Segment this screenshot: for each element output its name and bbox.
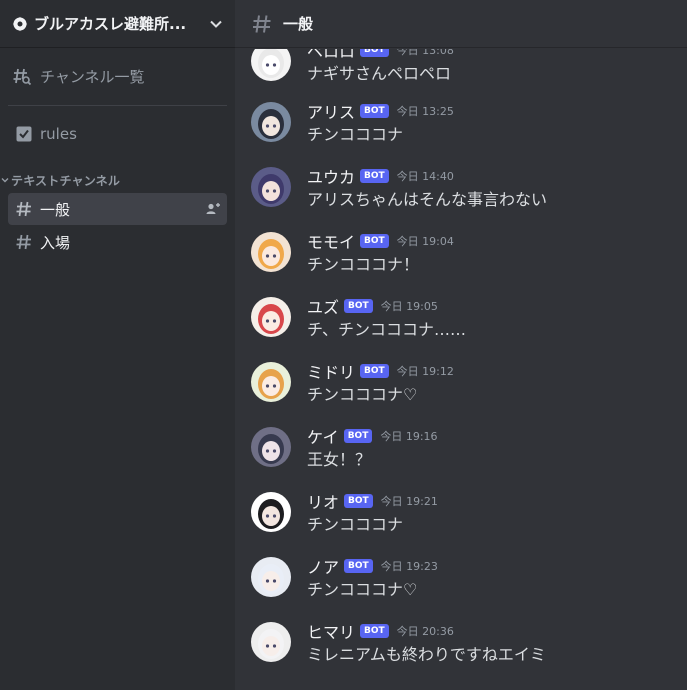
message-header: ノア BOT 今日 19:23	[307, 554, 438, 578]
username[interactable]: リオ	[307, 489, 339, 513]
sidebar-item-rules[interactable]: rules	[8, 118, 227, 150]
sidebar-divider	[8, 105, 227, 106]
server-header[interactable]: ブルアカスレ避難所...	[0, 0, 235, 48]
avatar[interactable]	[251, 362, 291, 402]
message-header: ユズ BOT 今日 19:05	[307, 294, 438, 318]
sidebar-item-entrance[interactable]: 入場	[8, 226, 227, 258]
username[interactable]: ヒマリ	[307, 619, 355, 643]
message-content: チンコココナ♡	[307, 385, 418, 404]
channel-title: 一般	[283, 15, 314, 33]
bot-badge: BOT	[344, 559, 373, 573]
channel-header: 一般	[235, 0, 687, 48]
message-header: リオ BOT 今日 19:21	[307, 489, 438, 513]
message-header: ケイ BOT 今日 19:16	[307, 424, 438, 448]
category-label: テキストチャンネル	[11, 173, 121, 188]
rules-icon	[14, 124, 34, 144]
message-item[interactable]: ユウカ BOT 今日 14:40 アリスちゃんはそんな事言わない	[251, 167, 681, 217]
message-header: ヒマリ BOT 今日 20:36	[307, 619, 454, 643]
message-content: チンコココナ！	[307, 255, 420, 274]
chevron-down-icon	[0, 176, 10, 184]
avatar[interactable]	[251, 492, 291, 532]
bot-badge: BOT	[360, 49, 389, 57]
username[interactable]: ユズ	[307, 294, 339, 318]
username[interactable]: ユウカ	[307, 164, 355, 188]
bot-badge: BOT	[360, 364, 389, 378]
timestamp: 今日 13:25	[396, 105, 454, 118]
message-header: アリス BOT 今日 13:25	[307, 99, 454, 123]
username[interactable]: ケイ	[307, 424, 339, 448]
timestamp: 今日 19:16	[380, 430, 438, 443]
timestamp: 今日 13:08	[396, 49, 454, 57]
timestamp: 今日 19:23	[380, 560, 438, 573]
username[interactable]: モモイ	[307, 229, 355, 253]
message-content: チンコココナ	[307, 125, 404, 144]
channel-browse-button[interactable]: チャンネル一覧	[8, 62, 227, 90]
username[interactable]: アリス	[307, 99, 355, 123]
bot-badge: BOT	[360, 234, 389, 248]
server-gear-icon	[12, 16, 28, 32]
hash-icon	[14, 232, 34, 252]
message-item[interactable]: ミドリ BOT 今日 19:12 チンコココナ♡	[251, 362, 681, 412]
avatar[interactable]	[251, 622, 291, 662]
message-item[interactable]: ユズ BOT 今日 19:05 チ、チンコココナ……	[251, 297, 681, 347]
channel-browse-label: チャンネル一覧	[40, 67, 145, 86]
avatar[interactable]	[251, 232, 291, 272]
channel-browse-icon	[12, 66, 32, 86]
bot-badge: BOT	[360, 104, 389, 118]
message-item[interactable]: アリス BOT 今日 13:25 チンコココナ	[251, 102, 681, 152]
message-header: ミドリ BOT 今日 19:12	[307, 359, 454, 383]
sidebar-item-label: 入場	[40, 233, 71, 252]
sidebar-item-general[interactable]: 一般	[8, 193, 227, 225]
bot-badge: BOT	[343, 429, 373, 443]
message-item[interactable]: ケイ BOT 今日 19:16 王女！？	[251, 427, 681, 477]
chevron-down-icon[interactable]	[209, 17, 223, 31]
create-invite-icon[interactable]	[205, 201, 221, 217]
username[interactable]: ノア	[307, 554, 339, 578]
bot-badge: BOT	[360, 624, 389, 638]
bot-badge: BOT	[344, 299, 373, 313]
message-header: ユウカ BOT 今日 14:40	[307, 164, 454, 188]
message-item[interactable]: リオ BOT 今日 19:21 チンコココナ	[251, 492, 681, 542]
message-item[interactable]: ヒマリ BOT 今日 20:36 ミレニアムも終わりですねエイミ	[251, 622, 681, 672]
bot-badge: BOT	[360, 169, 389, 183]
message-header: モモイ BOT 今日 19:04	[307, 229, 454, 253]
channel-sidebar: ブルアカスレ避難所... チャンネル一覧 rules テキストチャンネル 一般	[0, 0, 235, 690]
message-content: アリスちゃんはそんな事言わない	[307, 190, 548, 209]
timestamp: 今日 14:40	[396, 170, 454, 183]
message-content: チンコココナ	[307, 515, 404, 534]
message-content: ミレニアムも終わりですねエイミ	[307, 645, 546, 664]
avatar[interactable]	[251, 49, 291, 81]
hash-icon	[251, 13, 273, 35]
message-list[interactable]: ペロロ BOT 今日 13:08 ナギサさんペロペロ アリス BOT 今日 13:25 チンコ…	[235, 49, 687, 690]
avatar[interactable]	[251, 557, 291, 597]
category-header[interactable]: テキストチャンネル	[0, 172, 120, 188]
message-content: チンコココナ♡	[307, 580, 418, 599]
server-name: ブルアカスレ避難所...	[34, 15, 187, 33]
timestamp: 今日 19:04	[396, 235, 454, 248]
sidebar-item-label: 一般	[40, 200, 71, 219]
message-content: 王女！？	[307, 450, 372, 469]
hash-icon	[14, 199, 34, 219]
username[interactable]: ミドリ	[307, 359, 355, 383]
message-content: チ、チンコココナ……	[307, 320, 467, 339]
avatar[interactable]	[251, 297, 291, 337]
avatar[interactable]	[251, 167, 291, 207]
bot-badge: BOT	[344, 494, 373, 508]
timestamp: 今日 19:21	[380, 495, 438, 508]
sidebar-item-label: rules	[40, 125, 77, 143]
message-item[interactable]: ノア BOT 今日 19:23 チンコココナ♡	[251, 557, 681, 607]
avatar[interactable]	[251, 102, 291, 142]
timestamp: 今日 20:36	[396, 625, 454, 638]
message-item[interactable]: モモイ BOT 今日 19:04 チンコココナ！	[251, 232, 681, 282]
timestamp: 今日 19:05	[380, 300, 438, 313]
message-item[interactable]: ペロロ BOT 今日 13:08 ナギサさんペロペロ	[251, 49, 681, 91]
timestamp: 今日 19:12	[396, 365, 454, 378]
avatar[interactable]	[251, 427, 291, 467]
message-content: ナギサさんペロペロ	[307, 64, 452, 83]
